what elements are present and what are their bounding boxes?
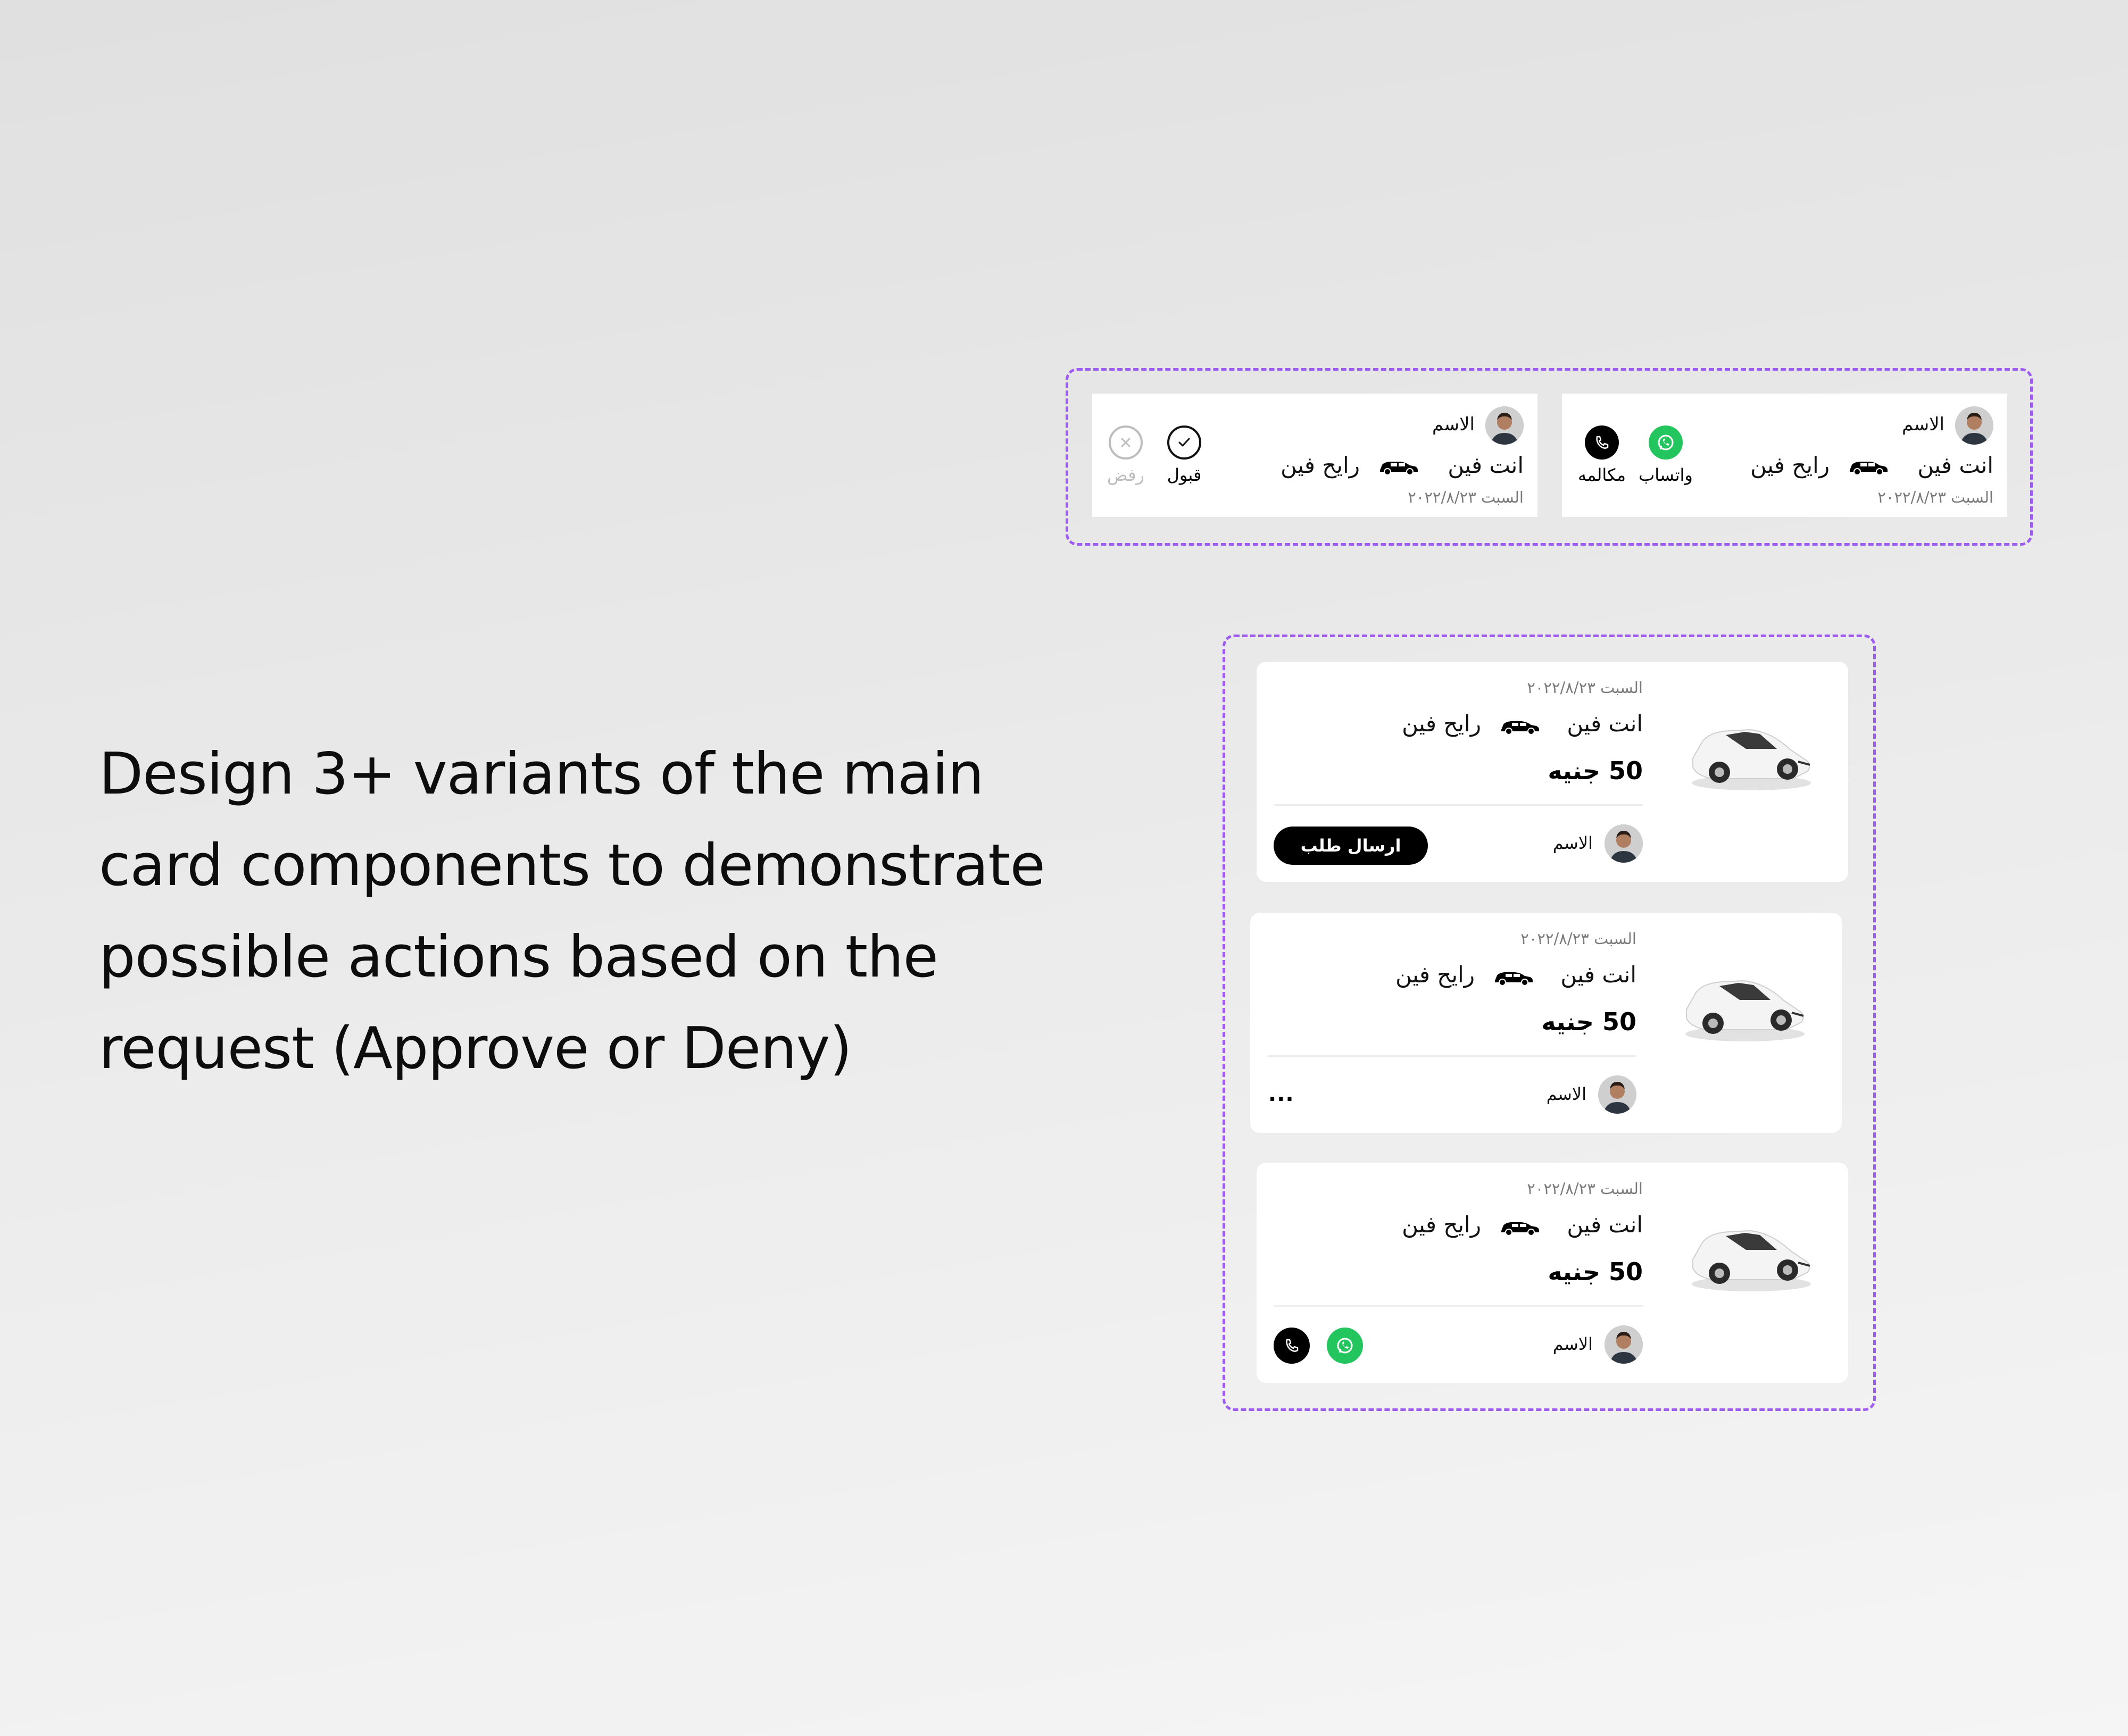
avatar (1955, 406, 1993, 445)
send-request-button[interactable]: ارسال طلب (1274, 827, 1428, 865)
trip-date: السبت ٢٠٢٢/٨/٢٣ (1877, 488, 1993, 506)
price: 50 جنيه (1548, 756, 1643, 785)
destination-label: رايح فين (1402, 711, 1481, 737)
accept-action[interactable]: قبول (1155, 425, 1213, 485)
headline: Design 3+ variants of the main card comp… (99, 729, 1110, 1095)
call-label: مكالمه (1578, 465, 1626, 485)
whatsapp-icon[interactable] (1649, 425, 1683, 460)
phone-icon[interactable] (1585, 425, 1619, 460)
car-icon (1501, 1222, 1539, 1236)
check-icon[interactable] (1167, 425, 1201, 460)
driver-name: الاسم (1552, 1334, 1593, 1354)
more-options-icon[interactable]: ... (1268, 1082, 1294, 1106)
destination-label: رايح فين (1395, 962, 1475, 988)
trip-date: السبت ٢٠٢٢/٨/٢٣ (1527, 1180, 1643, 1198)
avatar (1598, 1075, 1636, 1114)
request-card-approval[interactable]: الاسم انت فين رايح فين السبت ٢٠٢٢/٨/٢٣ ق… (1092, 394, 1537, 517)
ride-card-more[interactable]: السبت ٢٠٢٢/٨/٢٣ انت فين رايح فين 50 جنيه… (1250, 913, 1842, 1133)
destination-label: رايح فين (1750, 452, 1830, 478)
trip-date: السبت ٢٠٢٢/٨/٢٣ (1408, 488, 1524, 506)
headline-line: request (Approve or Deny) (99, 1015, 852, 1082)
car-icon (1850, 462, 1888, 475)
car-icon (1501, 721, 1539, 735)
car-image (1692, 729, 1811, 790)
car-icon (1380, 462, 1418, 475)
close-icon[interactable] (1109, 425, 1143, 460)
reject-label: رفض (1107, 465, 1144, 485)
pickup-label: انت فين (1448, 452, 1524, 478)
pickup-label: انت فين (1567, 1212, 1643, 1238)
divider (1267, 1055, 1636, 1057)
driver-name: الاسم (1546, 1084, 1586, 1104)
phone-icon[interactable] (1274, 1328, 1310, 1364)
call-action[interactable]: مكالمه (1573, 425, 1631, 485)
reject-action[interactable]: رفض (1096, 425, 1155, 485)
whatsapp-label: واتساب (1639, 465, 1693, 485)
trip-date: السبت ٢٠٢٢/٨/٢٣ (1520, 930, 1636, 948)
car-icon (1495, 972, 1533, 986)
ride-card-send-request[interactable]: السبت ٢٠٢٢/٨/٢٣ انت فين رايح فين 50 جنيه… (1257, 662, 1848, 882)
car-image (1685, 980, 1805, 1041)
pickup-label: انت فين (1567, 711, 1643, 737)
headline-line: possible actions based on the (99, 924, 938, 990)
driver-name: الاسم (1552, 833, 1593, 853)
car-image (1692, 1230, 1811, 1291)
headline-line: Design 3+ variants of the main (99, 741, 984, 807)
request-card-contact[interactable]: الاسم انت فين رايح فين السبت ٢٠٢٢/٨/٢٣ و… (1562, 394, 2007, 517)
passenger-name: الاسم (1902, 414, 1944, 435)
passenger-name: الاسم (1432, 414, 1475, 435)
ride-card-contact[interactable]: السبت ٢٠٢٢/٨/٢٣ انت فين رايح فين 50 جنيه… (1257, 1163, 1848, 1383)
whatsapp-icon[interactable] (1327, 1328, 1363, 1364)
divider (1274, 804, 1643, 806)
accept-label: قبول (1167, 465, 1202, 485)
avatar (1605, 824, 1643, 863)
pickup-label: انت فين (1917, 452, 1993, 478)
divider (1274, 1305, 1643, 1307)
avatar (1605, 1325, 1643, 1364)
price: 50 جنيه (1541, 1007, 1636, 1036)
avatar (1485, 406, 1524, 445)
destination-label: رايح فين (1402, 1212, 1481, 1238)
pickup-label: انت فين (1560, 962, 1636, 988)
price: 50 جنيه (1548, 1257, 1643, 1286)
whatsapp-action[interactable]: واتساب (1636, 425, 1695, 485)
headline-line: card components to demonstrate (99, 832, 1045, 899)
trip-date: السبت ٢٠٢٢/٨/٢٣ (1527, 679, 1643, 697)
destination-label: رايح فين (1281, 452, 1360, 478)
